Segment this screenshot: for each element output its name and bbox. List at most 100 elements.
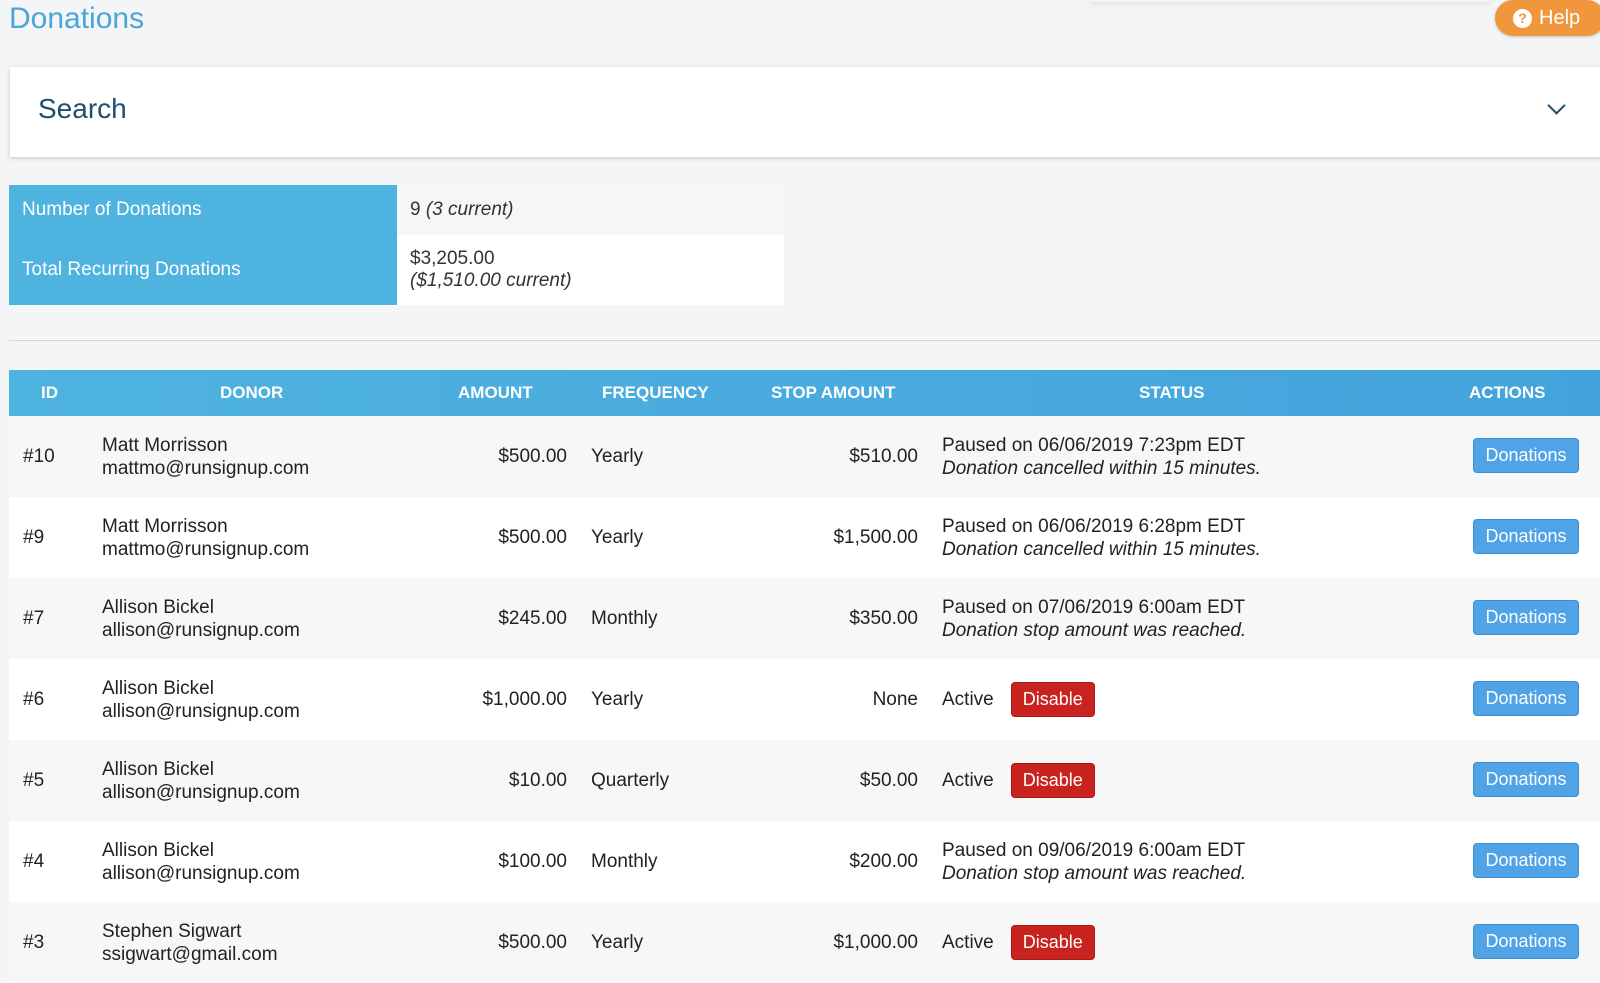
question-icon: ? <box>1513 8 1532 28</box>
status-cell: Active Disable <box>942 740 1095 821</box>
stop-amount-cell: $1,000.00 <box>833 931 918 953</box>
amount-cell: $500.00 <box>498 931 567 953</box>
table-row: #9 Matt Morrisson mattmo@runsignup.com $… <box>9 497 1600 578</box>
table-row: #5 Allison Bickel allison@runsignup.com … <box>9 740 1600 821</box>
donor-email: allison@runsignup.com <box>102 619 300 641</box>
stop-amount-cell: $1,500.00 <box>833 526 918 548</box>
header-status[interactable]: STATUS <box>1139 370 1204 416</box>
donor-cell: Matt Morrisson mattmo@runsignup.com <box>102 416 309 497</box>
amount-cell: $500.00 <box>498 445 567 467</box>
id-cell: #4 <box>23 850 45 872</box>
stop-amount-cell: $510.00 <box>849 445 918 467</box>
disable-button[interactable]: Disable <box>1010 763 1095 798</box>
summary-label: Total Recurring Donations <box>9 235 397 305</box>
donor-name: Matt Morrisson <box>102 434 228 456</box>
status-text: Paused on 07/06/2019 6:00am EDT <box>942 596 1246 618</box>
frequency-cell: Yearly <box>591 445 644 467</box>
frequency-cell: Yearly <box>591 688 644 710</box>
stop-amount-cell: $50.00 <box>859 769 918 791</box>
donor-name: Allison Bickel <box>102 596 214 618</box>
status-note: Donation cancelled within 15 minutes. <box>942 538 1261 560</box>
status-text: Active <box>942 688 994 710</box>
donor-cell: Allison Bickel allison@runsignup.com <box>102 578 300 659</box>
divider <box>9 340 1600 341</box>
donation-count-current: (3 current) <box>425 199 514 220</box>
header-amount[interactable]: AMOUNT <box>458 370 533 416</box>
header-stop-amount[interactable]: STOP AMOUNT <box>771 370 895 416</box>
summary-label: Number of Donations <box>9 185 397 235</box>
help-label: Help <box>1539 6 1581 29</box>
table-row: #3 Stephen Sigwart ssigwart@gmail.com $5… <box>9 902 1600 983</box>
amount-cell: $100.00 <box>498 850 567 872</box>
amount-cell: $500.00 <box>498 526 567 548</box>
header-shadow <box>1090 0 1490 2</box>
status-cell: Paused on 07/06/2019 6:00am EDT Donation… <box>942 578 1246 659</box>
search-panel[interactable]: Search <box>10 67 1600 157</box>
summary-table: Number of Donations 9 (3 current) Total … <box>9 185 784 305</box>
donor-name: Allison Bickel <box>102 677 214 699</box>
donor-name: Matt Morrisson <box>102 515 228 537</box>
stop-amount-cell: $350.00 <box>849 607 918 629</box>
help-button[interactable]: ? Help <box>1495 0 1600 36</box>
frequency-cell: Yearly <box>591 526 644 548</box>
table-row: #7 Allison Bickel allison@runsignup.com … <box>9 578 1600 659</box>
status-note: Donation stop amount was reached. <box>942 862 1247 884</box>
id-cell: #10 <box>23 445 55 467</box>
status-cell: Active Disable <box>942 902 1095 983</box>
status-note: Donation stop amount was reached. <box>942 619 1247 641</box>
disable-button[interactable]: Disable <box>1010 925 1095 960</box>
amount-cell: $245.00 <box>498 607 567 629</box>
status-cell: Active Disable <box>942 659 1095 740</box>
summary-row-count: Number of Donations 9 (3 current) <box>9 185 784 235</box>
chevron-down-icon[interactable] <box>1547 96 1566 115</box>
donation-count: 9 <box>410 199 421 220</box>
stop-amount-cell: None <box>872 688 918 710</box>
donor-email: allison@runsignup.com <box>102 862 300 884</box>
table-row: #4 Allison Bickel allison@runsignup.com … <box>9 821 1600 902</box>
status-text: Active <box>942 931 994 953</box>
search-title: Search <box>38 93 127 124</box>
summary-row-total: Total Recurring Donations $3,205.00 ($1,… <box>9 235 784 305</box>
amount-cell: $1,000.00 <box>482 688 567 710</box>
donor-cell: Allison Bickel allison@runsignup.com <box>102 821 300 902</box>
donor-cell: Allison Bickel allison@runsignup.com <box>102 740 300 821</box>
frequency-cell: Monthly <box>591 607 658 629</box>
stop-amount-cell: $200.00 <box>849 850 918 872</box>
summary-value: 9 (3 current) <box>397 185 784 235</box>
donor-email: mattmo@runsignup.com <box>102 538 310 560</box>
donations-button[interactable]: Donations <box>1473 762 1579 797</box>
donor-email: mattmo@runsignup.com <box>102 457 310 479</box>
id-cell: #5 <box>23 769 45 791</box>
donor-name: Allison Bickel <box>102 758 214 780</box>
header-actions: ACTIONS <box>1469 383 1546 402</box>
donations-button[interactable]: Donations <box>1473 924 1579 959</box>
header-id[interactable]: ID <box>41 370 58 416</box>
amount-cell: $10.00 <box>508 769 567 791</box>
status-text: Paused on 09/06/2019 6:00am EDT <box>942 839 1246 861</box>
header-donor[interactable]: DONOR <box>220 370 283 416</box>
status-text: Paused on 06/06/2019 6:28pm EDT <box>942 515 1246 537</box>
donor-email: ssigwart@gmail.com <box>102 943 278 965</box>
donations-button[interactable]: Donations <box>1473 843 1579 878</box>
page-title: Donations <box>9 2 145 35</box>
status-cell: Paused on 06/06/2019 6:28pm EDT Donation… <box>942 497 1261 578</box>
id-cell: #6 <box>23 688 45 710</box>
total-amount-current: ($1,510.00 current) <box>410 270 572 291</box>
donations-button[interactable]: Donations <box>1473 600 1579 635</box>
table-row: #6 Allison Bickel allison@runsignup.com … <box>9 659 1600 740</box>
id-cell: #7 <box>23 607 45 629</box>
header-frequency[interactable]: FREQUENCY <box>602 370 709 416</box>
id-cell: #3 <box>23 931 45 953</box>
disable-button[interactable]: Disable <box>1010 682 1095 717</box>
donor-cell: Allison Bickel allison@runsignup.com <box>102 659 300 740</box>
total-amount: $3,205.00 <box>410 248 495 269</box>
donor-name: Allison Bickel <box>102 839 214 861</box>
status-cell: Paused on 06/06/2019 7:23pm EDT Donation… <box>942 416 1261 497</box>
donations-button[interactable]: Donations <box>1473 681 1579 716</box>
donations-table: ID DONOR AMOUNT FREQUENCY STOP AMOUNT ST… <box>9 370 1600 983</box>
table-row: #10 Matt Morrisson mattmo@runsignup.com … <box>9 416 1600 497</box>
donations-button[interactable]: Donations <box>1473 519 1579 554</box>
donations-button[interactable]: Donations <box>1473 438 1579 473</box>
frequency-cell: Yearly <box>591 931 644 953</box>
donor-name: Stephen Sigwart <box>102 920 242 942</box>
